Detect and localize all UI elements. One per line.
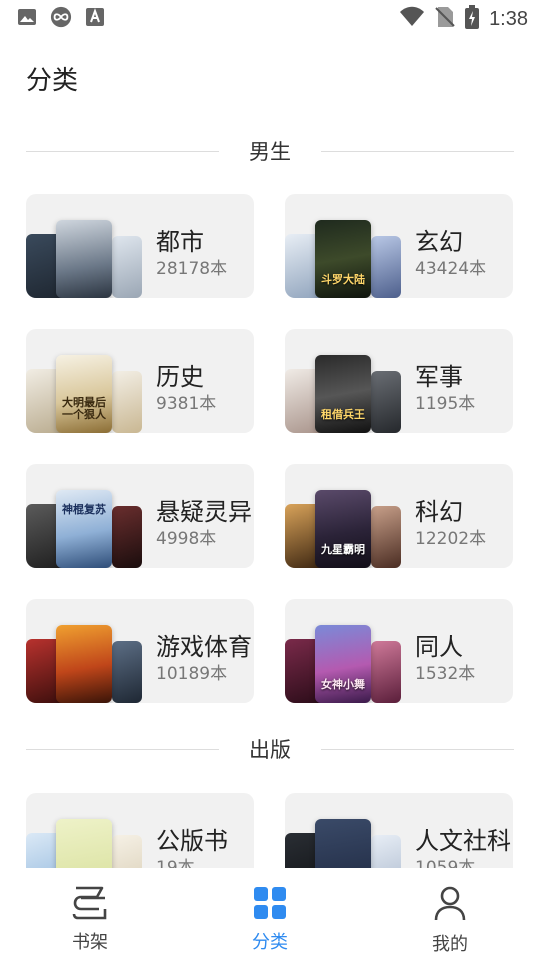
category-card-mystery[interactable]: 神棍复苏 悬疑灵异 4998本 xyxy=(26,464,254,568)
category-card-military[interactable]: 租借兵王 军事 1195本 xyxy=(285,329,513,433)
divider-line xyxy=(321,150,514,152)
nav-label: 分类 xyxy=(252,932,288,953)
section-label: 男生 xyxy=(249,140,291,164)
book-cover: 大明最后一个狠人 xyxy=(56,355,112,433)
battery-charging-icon xyxy=(465,5,480,33)
cover-title: 女神小舞 xyxy=(321,678,365,691)
book-cover: 女神小舞 xyxy=(315,625,371,703)
book-cover xyxy=(112,506,142,568)
nav-tab-profile[interactable]: 我的 xyxy=(390,886,510,956)
book-cover xyxy=(371,236,401,298)
category-name: 同人 xyxy=(415,633,463,661)
nav-label: 我的 xyxy=(432,934,468,955)
book-cover xyxy=(56,625,112,703)
cover-title: 大明最后一个狠人 xyxy=(62,396,106,421)
book-cover xyxy=(112,641,142,703)
category-name: 都市 xyxy=(156,228,204,256)
category-card-gaming-sports[interactable]: 游戏体育 10189本 xyxy=(26,599,254,703)
cover-title: 神棍复苏 xyxy=(62,503,106,516)
book-cover xyxy=(56,220,112,298)
book-cover xyxy=(371,371,401,433)
book-cover: 租借兵王 xyxy=(315,355,371,433)
category-name: 游戏体育 xyxy=(156,633,252,661)
category-count: 1532本 xyxy=(415,664,476,684)
book-cover xyxy=(112,236,142,298)
font-app-icon xyxy=(84,6,106,28)
book-cover: 斗罗大陆 xyxy=(315,220,371,298)
category-grid-icon xyxy=(210,886,330,924)
cover-title: 租借兵王 xyxy=(321,408,365,421)
category-count: 1195本 xyxy=(415,394,476,414)
infinity-app-icon xyxy=(50,6,72,28)
image-notification-icon xyxy=(16,6,38,28)
category-count: 10189本 xyxy=(156,664,228,684)
category-card-history[interactable]: 大明最后一个狠人 历史 9381本 xyxy=(26,329,254,433)
category-name: 玄幻 xyxy=(415,228,463,256)
divider-line xyxy=(26,150,219,152)
bookshelf-icon xyxy=(30,886,150,924)
status-time: 1:38 xyxy=(489,7,528,30)
bottom-navigation: 书架 分类 我的 xyxy=(0,868,540,960)
book-cover xyxy=(371,506,401,568)
category-name: 悬疑灵异 xyxy=(156,498,252,526)
nav-tab-category[interactable]: 分类 xyxy=(210,886,330,954)
category-count: 43424本 xyxy=(415,259,487,279)
profile-icon xyxy=(390,886,510,926)
category-card-urban[interactable]: 都市 28178本 xyxy=(26,194,254,298)
page-title: 分类 xyxy=(26,66,79,96)
category-card-fantasy[interactable]: 斗罗大陆 玄幻 43424本 xyxy=(285,194,513,298)
nav-label: 书架 xyxy=(72,932,108,953)
nav-tab-bookshelf[interactable]: 书架 xyxy=(30,886,150,954)
category-count: 4998本 xyxy=(156,529,217,549)
section-label: 出版 xyxy=(249,738,291,762)
book-cover xyxy=(112,371,142,433)
category-count: 12202本 xyxy=(415,529,487,549)
category-name: 历史 xyxy=(156,363,204,391)
category-name: 科幻 xyxy=(415,498,463,526)
book-cover: 神棍复苏 xyxy=(56,490,112,568)
book-cover xyxy=(371,641,401,703)
category-name: 军事 xyxy=(415,363,463,391)
category-card-fanfiction[interactable]: 女神小舞 同人 1532本 xyxy=(285,599,513,703)
divider-line xyxy=(321,748,514,750)
wifi-icon xyxy=(399,6,425,32)
no-sim-icon xyxy=(435,6,455,32)
category-name: 人文社科 xyxy=(415,827,511,855)
category-count: 9381本 xyxy=(156,394,217,414)
book-cover: 九星霸明 xyxy=(315,490,371,568)
section-header-male: 男生 xyxy=(26,136,514,166)
status-bar: 1:38 xyxy=(0,0,540,36)
category-count: 28178本 xyxy=(156,259,228,279)
divider-line xyxy=(26,748,219,750)
cover-title: 斗罗大陆 xyxy=(321,273,365,286)
cover-title: 九星霸明 xyxy=(321,543,365,556)
category-name: 公版书 xyxy=(156,827,228,855)
section-header-published: 出版 xyxy=(26,734,514,764)
category-card-scifi[interactable]: 九星霸明 科幻 12202本 xyxy=(285,464,513,568)
